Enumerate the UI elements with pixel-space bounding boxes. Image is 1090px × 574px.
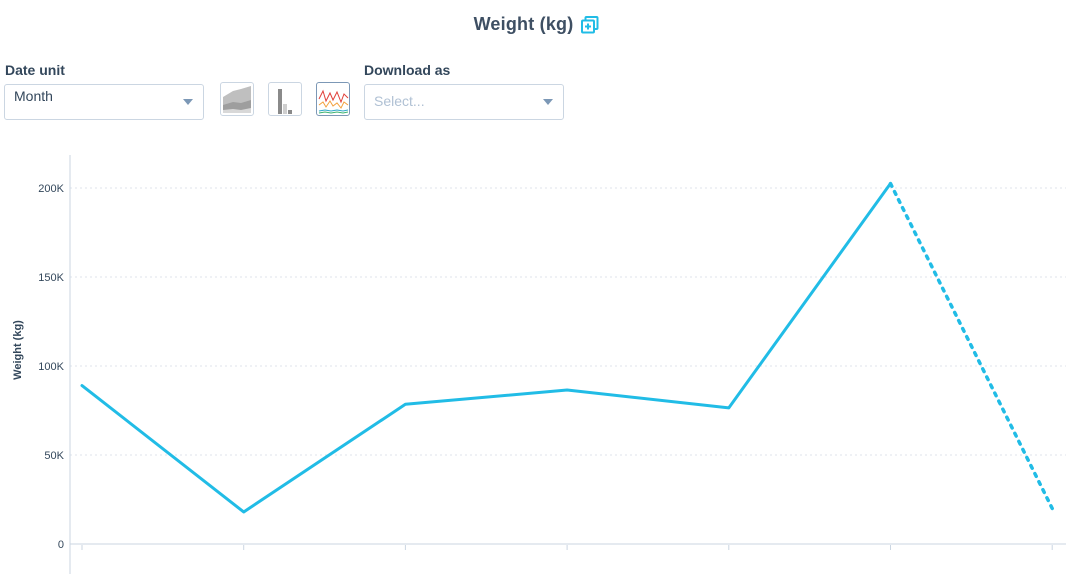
y-tick-label: 200K xyxy=(38,183,64,195)
y-tick-label: 0 xyxy=(58,539,64,551)
y-tick-label: 100K xyxy=(38,361,64,373)
y-axis-label: Weight (kg) xyxy=(12,320,24,380)
y-tick-label: 50K xyxy=(44,450,64,462)
y-tick-label: 150K xyxy=(38,272,64,284)
series-line xyxy=(80,182,892,514)
series-line-projected xyxy=(888,181,1054,511)
line-chart: 0 50K 100K 150K 200K xyxy=(38,155,1066,574)
